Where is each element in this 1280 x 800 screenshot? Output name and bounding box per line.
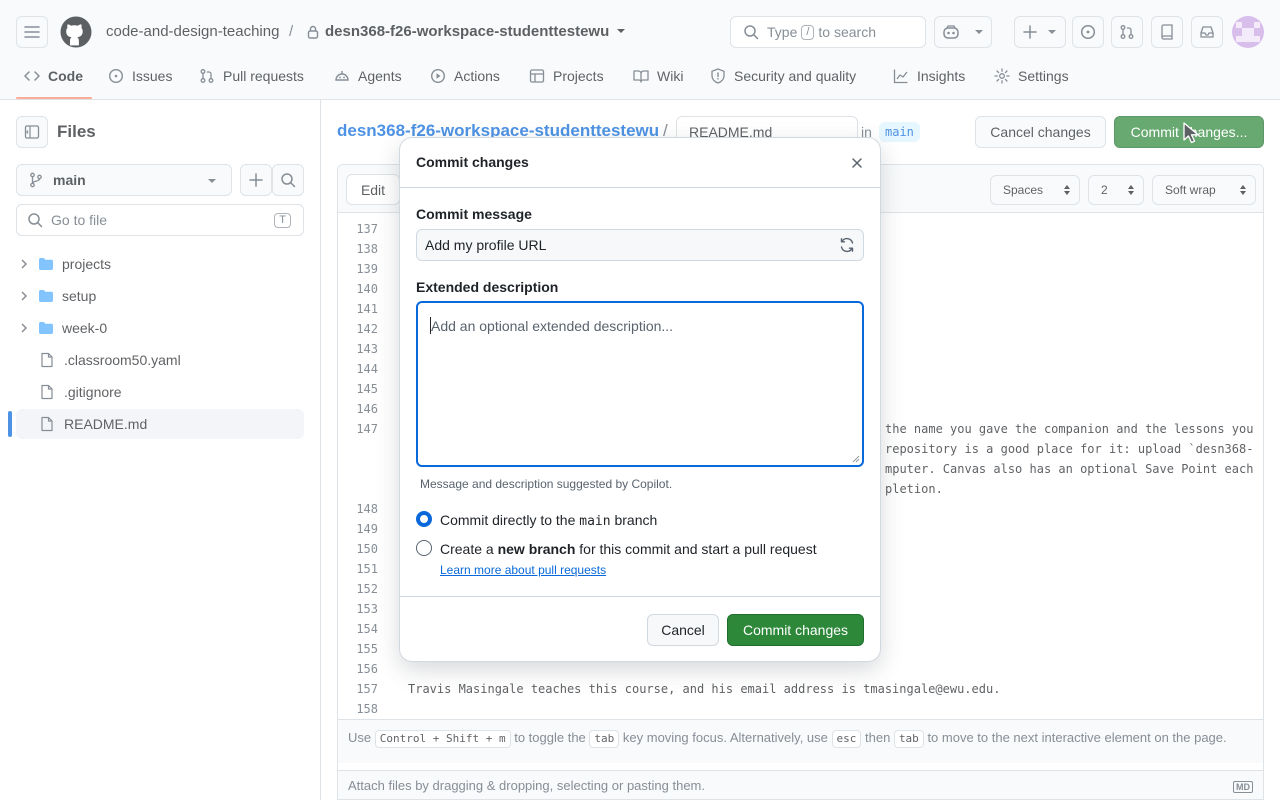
commit-direct-radio[interactable] [416, 511, 432, 527]
refresh-suggestion-icon[interactable] [839, 237, 855, 253]
extended-description-label: Extended description [416, 279, 559, 295]
option-text: branch [614, 512, 658, 528]
commit-message-input[interactable]: Add my profile URL [416, 229, 864, 261]
commit-message-value: Add my profile URL [425, 237, 547, 253]
commit-dialog: Commit changes Commit message Add my pro… [400, 138, 880, 661]
learn-more-link[interactable]: Learn more about pull requests [440, 563, 606, 577]
commit-message-label: Commit message [416, 206, 532, 222]
close-icon [851, 157, 863, 169]
copilot-note: Message and description suggested by Cop… [420, 477, 673, 491]
extended-description-textarea[interactable]: Add an optional extended description... [416, 301, 864, 467]
dialog-commit-button[interactable]: Commit changes [727, 614, 864, 646]
commit-direct-label[interactable]: Commit directly to the main branch [440, 512, 657, 529]
option-text: for this commit and start a pull request [579, 541, 817, 557]
option-text: Create a [440, 541, 494, 557]
new-branch-label[interactable]: Create a new branch for this commit and … [440, 541, 817, 557]
dialog-footer-divider [400, 596, 880, 597]
resize-handle-icon[interactable] [852, 455, 860, 463]
dialog-cancel-button[interactable]: Cancel [647, 614, 719, 646]
option-text-bold: new branch [497, 541, 576, 557]
option-text: Commit directly to the [440, 512, 576, 528]
option-branch-name: main [579, 514, 611, 529]
new-branch-radio[interactable] [416, 540, 432, 556]
dialog-title: Commit changes [416, 154, 529, 170]
dialog-header: Commit changes [400, 138, 880, 188]
extended-description-placeholder: Add an optional extended description... [431, 318, 674, 334]
close-dialog-button[interactable] [846, 152, 868, 174]
